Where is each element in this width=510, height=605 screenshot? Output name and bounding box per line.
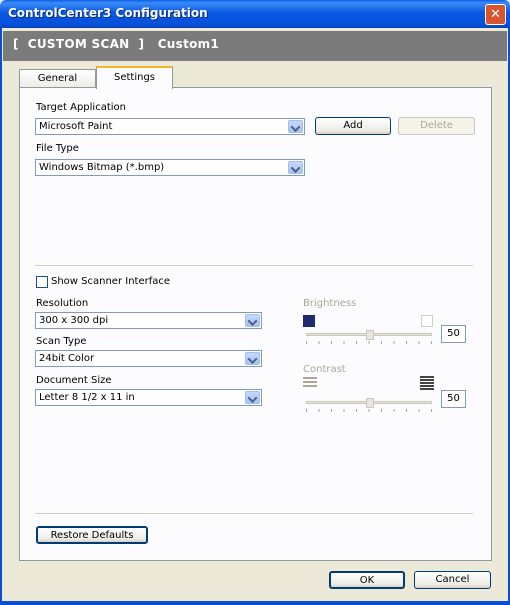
file-type-value: Windows Bitmap (*.bmp) [39, 162, 165, 173]
chevron-down-icon[interactable] [245, 314, 260, 327]
document-size-value: Letter 8 1/2 x 11 in [39, 392, 135, 403]
brightness-dark-icon [303, 315, 315, 327]
file-type-label: File Type [36, 143, 79, 154]
restore-defaults-button[interactable]: Restore Defaults [36, 526, 148, 544]
page-title: [ CUSTOM SCAN ] Custom1 [13, 37, 220, 51]
scan-type-select[interactable]: 24bit Color [35, 350, 262, 367]
divider [35, 513, 473, 515]
tab-settings[interactable]: Settings [96, 66, 173, 89]
brightness-label: Brightness [303, 298, 357, 309]
brightness-ticks [306, 341, 432, 344]
brightness-light-icon [421, 315, 433, 327]
scan-type-value: 24bit Color [39, 353, 95, 364]
divider [35, 265, 473, 267]
brightness-slider-thumb[interactable] [366, 330, 374, 340]
contrast-low-icon [303, 377, 317, 387]
contrast-slider-thumb[interactable] [366, 398, 374, 408]
window-title: ControlCenter3 Configuration [8, 6, 208, 20]
ok-button[interactable]: OK [329, 571, 405, 589]
scan-type-label: Scan Type [36, 336, 87, 347]
chevron-down-icon[interactable] [288, 161, 303, 174]
target-application-value: Microsoft Paint [39, 121, 113, 132]
show-scanner-checkbox[interactable] [36, 276, 48, 288]
document-size-label: Document Size [36, 375, 112, 386]
contrast-label: Contrast [303, 364, 346, 375]
chevron-down-icon[interactable] [245, 391, 260, 404]
file-type-select[interactable]: Windows Bitmap (*.bmp) [35, 159, 305, 176]
brightness-value[interactable]: 50 [441, 325, 466, 343]
chevron-down-icon[interactable] [288, 120, 303, 133]
contrast-value[interactable]: 50 [441, 390, 466, 408]
document-size-select[interactable]: Letter 8 1/2 x 11 in [35, 389, 262, 406]
close-icon[interactable]: ✕ [485, 4, 506, 25]
cancel-button[interactable]: Cancel [414, 571, 491, 589]
chevron-down-icon[interactable] [245, 352, 260, 365]
target-application-select[interactable]: Microsoft Paint [35, 118, 305, 135]
tab-general[interactable]: General [19, 69, 96, 88]
resolution-label: Resolution [36, 298, 89, 309]
contrast-ticks [306, 409, 432, 412]
show-scanner-label: Show Scanner Interface [51, 276, 171, 287]
add-button[interactable]: Add [315, 117, 391, 135]
resolution-value: 300 x 300 dpi [39, 315, 109, 326]
delete-button[interactable]: Delete [398, 117, 475, 135]
target-application-label: Target Application [36, 102, 126, 113]
resolution-select[interactable]: 300 x 300 dpi [35, 312, 262, 329]
contrast-high-icon [420, 376, 434, 390]
